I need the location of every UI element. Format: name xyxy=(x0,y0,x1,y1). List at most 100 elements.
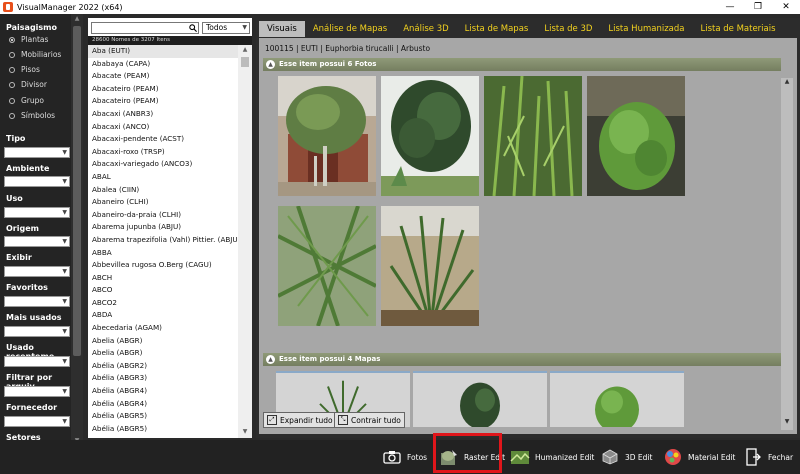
list-item[interactable]: Abecedaria (AGAM) xyxy=(88,322,238,335)
minimize-button[interactable]: — xyxy=(716,0,744,14)
list-item[interactable]: ABDA xyxy=(88,309,238,322)
list-item[interactable]: Abacate (PEAM) xyxy=(88,70,238,83)
collapse-icon[interactable]: ▲ xyxy=(266,355,275,364)
favoritos-select[interactable]: ▼ xyxy=(4,296,70,307)
list-item[interactable]: Ababaya (CAPA) xyxy=(88,58,238,71)
list-item[interactable]: Abélia (ABGR4) xyxy=(88,385,238,398)
list-item[interactable]: Abarema jupunba (ABJU) xyxy=(88,221,238,234)
content-scrollbar[interactable]: ▲ ▼ xyxy=(781,78,793,430)
window-controls: — ❐ ✕ xyxy=(716,0,800,14)
scrollbar-thumb[interactable] xyxy=(241,57,249,67)
chevron-down-icon: ▼ xyxy=(62,388,67,395)
list-item[interactable]: ABCO xyxy=(88,284,238,297)
list-item[interactable]: Abelia (ABGR) xyxy=(88,347,238,360)
search-icon[interactable] xyxy=(189,24,197,32)
list-item[interactable]: Abacaxi (ANBR3) xyxy=(88,108,238,121)
list-item[interactable]: Abelia (ABGR) xyxy=(88,335,238,348)
close-window-button[interactable]: ✕ xyxy=(772,0,800,14)
list-item[interactable]: Abarema trapezifolia (Vahl) Pittier. (AB… xyxy=(88,234,238,247)
filtrar-arquivo-select[interactable]: ▼ xyxy=(4,386,70,397)
sidebar-heading-fornecedor: Fornecedor xyxy=(6,403,58,412)
list-item[interactable]: ABAL xyxy=(88,171,238,184)
radio-label: Plantas xyxy=(21,35,49,44)
list-item[interactable]: Abaneiro-da-praia (CLHI) xyxy=(88,209,238,222)
fornecedor-select[interactable]: ▼ xyxy=(4,416,70,427)
photo-thumbnail[interactable] xyxy=(484,76,582,196)
radio-pisos[interactable]: Pisos xyxy=(9,65,40,74)
material-edit-button[interactable]: Material Edit xyxy=(663,445,735,469)
tab-análise-3d[interactable]: Análise 3D xyxy=(395,21,456,37)
usado-recentemente-select[interactable]: ▼ xyxy=(4,356,70,367)
mais-usados-select[interactable]: ▼ xyxy=(4,326,70,337)
radio-icon xyxy=(9,81,15,88)
radio-simbolos[interactable]: Símbolos xyxy=(9,111,55,120)
ambiente-select[interactable]: ▼ xyxy=(4,176,70,187)
photo-thumbnail[interactable] xyxy=(381,76,479,196)
tipo-select[interactable]: ▼ xyxy=(4,147,70,158)
tab-lista-de-mapas[interactable]: Lista de Mapas xyxy=(457,21,537,37)
3d-edit-button[interactable]: 3D Edit xyxy=(600,445,652,469)
map-thumbnail[interactable] xyxy=(550,371,684,427)
sidebar-heading-ambiente: Ambiente xyxy=(6,164,50,173)
radio-mobiliarios[interactable]: Mobiliarios xyxy=(9,50,61,59)
radio-divisor[interactable]: Divisor xyxy=(9,80,47,89)
maximize-button[interactable]: ❐ xyxy=(744,0,772,14)
tab-lista-de-materiais[interactable]: Lista de Materiais xyxy=(692,21,783,37)
list-scrollbar[interactable]: ▲ ▼ xyxy=(238,45,252,438)
fechar-button[interactable]: Fechar xyxy=(743,445,793,469)
list-item[interactable]: Abaneiro (CLHI) xyxy=(88,196,238,209)
tab-análise-de-mapas[interactable]: Análise de Mapas xyxy=(305,21,395,37)
scroll-up-icon[interactable]: ▲ xyxy=(71,14,83,24)
list-item[interactable]: Abacateiro (PEAM) xyxy=(88,83,238,96)
collapse-all-button[interactable]: ⤡ Contrair tudo xyxy=(334,412,405,428)
humanized-edit-button[interactable]: Humanized Edit xyxy=(510,445,594,469)
tab-visuais[interactable]: Visuais xyxy=(259,21,305,37)
fotos-button[interactable]: Fotos xyxy=(382,445,427,469)
origem-select[interactable]: ▼ xyxy=(4,236,70,247)
sidebar-scrollbar[interactable]: ▲ ▼ xyxy=(71,14,83,446)
scroll-down-icon[interactable]: ▼ xyxy=(238,428,252,435)
radio-plantas[interactable]: Plantas xyxy=(9,35,48,44)
radio-grupo[interactable]: Grupo xyxy=(9,96,44,105)
list-item[interactable]: ABCH xyxy=(88,272,238,285)
scroll-up-icon[interactable]: ▲ xyxy=(238,46,252,53)
sidebar-heading-tipo: Tipo xyxy=(6,134,26,143)
exibir-select[interactable]: ▼ xyxy=(4,266,70,277)
uso-select[interactable]: ▼ xyxy=(4,207,70,218)
list-item[interactable]: Abélia (ABGR5) xyxy=(88,423,238,436)
list-item[interactable]: Abacaxi-pendente (ACST) xyxy=(88,133,238,146)
photo-thumbnail[interactable] xyxy=(278,76,376,196)
scroll-down-icon[interactable]: ▼ xyxy=(781,418,793,425)
list-item[interactable]: Abbevillea rugosa O.Berg (CAGU) xyxy=(88,259,238,272)
chevron-down-icon: ▼ xyxy=(62,268,67,275)
collapse-icon[interactable]: ▲ xyxy=(266,60,275,69)
list-item[interactable]: Abacaxi-roxo (TRSP) xyxy=(88,146,238,159)
tab-lista-de-3d[interactable]: Lista de 3D xyxy=(536,21,600,37)
scrollbar-thumb[interactable] xyxy=(73,26,81,356)
list-item[interactable]: Abacaxi (ANCO) xyxy=(88,121,238,134)
filter-select[interactable]: Todos ▼ xyxy=(202,22,250,34)
radio-label: Grupo xyxy=(21,96,44,105)
list-item[interactable]: Abacaxi-variegado (ANCO3) xyxy=(88,158,238,171)
photo-thumbnail[interactable] xyxy=(278,206,376,326)
camera-icon xyxy=(382,448,402,466)
list-item[interactable]: ABBA xyxy=(88,247,238,260)
photo-thumbnail[interactable] xyxy=(381,206,479,326)
list-item[interactable]: Abélia (ABGR5) xyxy=(88,410,238,423)
list-item[interactable]: Aba (EUTI) xyxy=(88,45,238,58)
list-item[interactable]: Abalea (CIIN) xyxy=(88,184,238,197)
expand-all-button[interactable]: ⤢ Expandir tudo xyxy=(263,412,337,428)
photos-section-header[interactable]: ▲ Esse item possui 6 Fotos xyxy=(263,58,781,71)
scroll-up-icon[interactable]: ▲ xyxy=(781,78,793,85)
list-item[interactable]: Abélia (ABGR3) xyxy=(88,372,238,385)
list-item[interactable]: Abélia (ABGR2) xyxy=(88,360,238,373)
tab-lista-humanizada[interactable]: Lista Humanizada xyxy=(600,21,692,37)
humanized-edit-icon xyxy=(510,448,530,466)
map-thumbnail[interactable] xyxy=(413,371,547,427)
list-item[interactable]: Abacateiro (PEAM) xyxy=(88,95,238,108)
search-input[interactable] xyxy=(91,22,199,34)
photo-thumbnail[interactable] xyxy=(587,76,685,196)
list-item[interactable]: ABCO2 xyxy=(88,297,238,310)
maps-section-header[interactable]: ▲ Esse item possui 4 Mapas xyxy=(263,353,781,366)
list-item[interactable]: Abélia (ABGR4) xyxy=(88,398,238,411)
